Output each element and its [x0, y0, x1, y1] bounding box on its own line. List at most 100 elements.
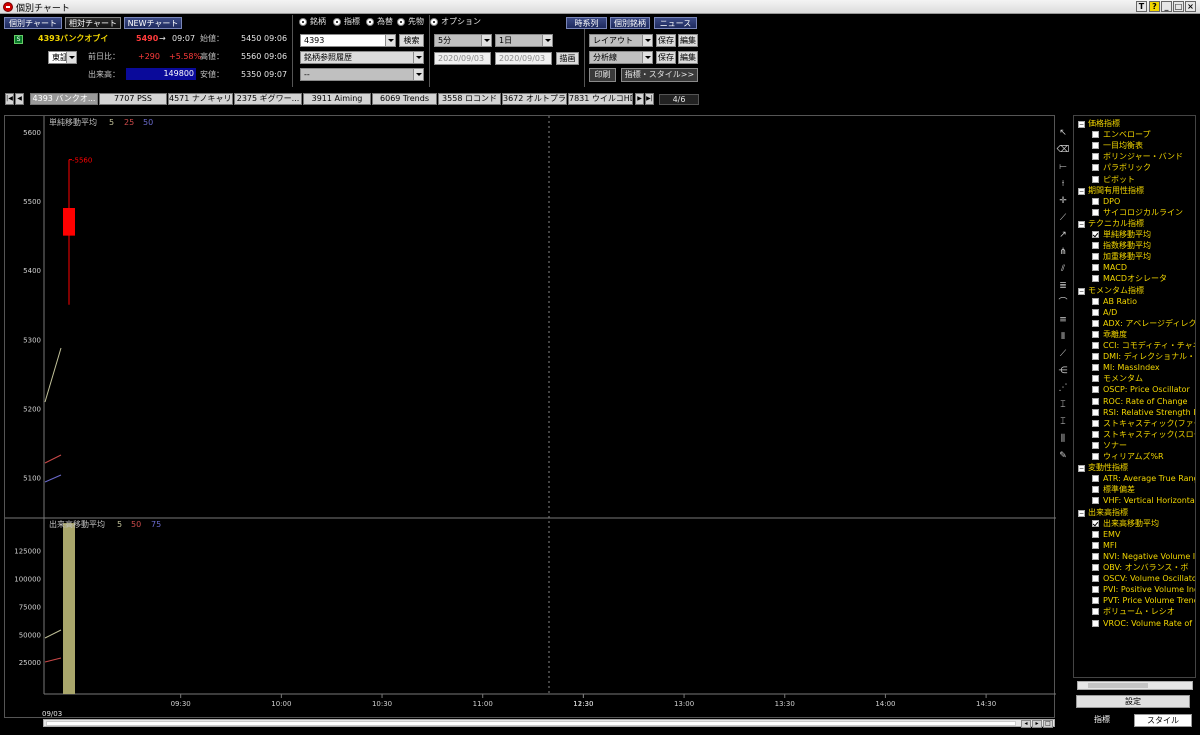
indicator-item[interactable]: MACDオシレータ: [1092, 273, 1167, 284]
indicator-item[interactable]: VHF: Vertical Horizontal: [1092, 495, 1195, 506]
zoom-in-icon[interactable]: ▸: [1032, 720, 1042, 728]
stock-tab[interactable]: 4393 バンクオ...: [30, 93, 98, 105]
relative-chart-button[interactable]: 相対チャート: [65, 17, 121, 29]
tab-style[interactable]: スタイル: [1134, 714, 1192, 727]
indicator-item[interactable]: PVT: Price Volume Trend: [1092, 595, 1195, 606]
indicator-group[interactable]: − モメンタム指標: [1078, 285, 1144, 296]
panel-scroll-thumb[interactable]: [1088, 683, 1148, 688]
next-page-icon[interactable]: ▶: [635, 93, 644, 105]
indicator-item[interactable]: ATR: Average True Rang: [1092, 473, 1195, 484]
indicator-checkbox[interactable]: [1092, 353, 1099, 361]
indicator-checkbox[interactable]: [1092, 586, 1099, 594]
search-button[interactable]: 検索: [399, 34, 424, 47]
indicator-item[interactable]: 標準偏差: [1092, 484, 1135, 495]
indicator-item[interactable]: ボリンジャー・バンド: [1092, 151, 1183, 162]
ray-icon[interactable]: ↗: [1056, 228, 1070, 242]
indicator-checkbox[interactable]: [1092, 253, 1099, 261]
indicator-item[interactable]: OSCP: Price Oscillator: [1092, 384, 1190, 395]
range-select[interactable]: 1日: [495, 34, 553, 47]
indicator-checkbox[interactable]: [1092, 408, 1099, 416]
indicator-checkbox[interactable]: [1092, 208, 1099, 216]
indicator-item[interactable]: 加重移動平均: [1092, 251, 1151, 262]
vline-icon[interactable]: ⟊: [1056, 177, 1070, 191]
trendline-icon[interactable]: ⟋: [1056, 211, 1070, 225]
date-from-input[interactable]: 2020/09/03: [434, 52, 491, 65]
time-series-button[interactable]: 時系列: [566, 17, 607, 29]
stock-tab[interactable]: 3558 ロコンド: [438, 93, 501, 105]
indicator-checkbox[interactable]: [1092, 541, 1099, 549]
indicator-item[interactable]: ストキャスティック(ファー: [1092, 418, 1195, 429]
indicator-checkbox[interactable]: [1092, 131, 1099, 139]
radio-indicator[interactable]: [333, 18, 341, 26]
indicator-checkbox[interactable]: [1092, 264, 1099, 272]
analysis-edit-button[interactable]: 編集: [678, 51, 698, 64]
channel-icon[interactable]: ⫽: [1056, 262, 1070, 276]
indicator-item[interactable]: パラボリック: [1092, 162, 1151, 173]
zoom-out-icon[interactable]: ◂: [1021, 720, 1031, 728]
radio-stock[interactable]: [299, 18, 307, 26]
indicator-checkbox[interactable]: [1092, 475, 1099, 483]
indicator-item[interactable]: OBV: オンバランス・ボ: [1092, 562, 1188, 573]
collapse-icon[interactable]: −: [1078, 220, 1085, 228]
hline-icon[interactable]: ⟝: [1056, 160, 1070, 174]
interval-select[interactable]: 5分: [434, 34, 492, 47]
indicator-checkbox[interactable]: [1092, 297, 1099, 305]
panel-scrollbar[interactable]: [1077, 681, 1193, 690]
indicator-item[interactable]: AB Ratio: [1092, 296, 1137, 307]
measure-icon[interactable]: ⌶: [1056, 398, 1070, 412]
stock-tab[interactable]: 3911 Aiming: [303, 93, 371, 105]
radio-fx[interactable]: [366, 18, 374, 26]
indicator-checkbox[interactable]: [1092, 308, 1099, 316]
first-page-icon[interactable]: |◀: [5, 93, 14, 105]
indicator-item[interactable]: 出来高移動平均: [1092, 518, 1159, 529]
fibonacci-icon[interactable]: ≣: [1056, 279, 1070, 293]
indicator-item[interactable]: ウィリアムズ%R: [1092, 451, 1164, 462]
indicator-item[interactable]: ボリューム・レシオ: [1092, 606, 1175, 617]
help-icon[interactable]: ?: [1149, 1, 1160, 12]
fan-icon[interactable]: ⋔: [1056, 245, 1070, 259]
settings-button[interactable]: 設定: [1076, 695, 1190, 708]
indicator-checkbox[interactable]: [1092, 275, 1099, 283]
layout-select[interactable]: レイアウト: [589, 34, 653, 47]
indicator-item[interactable]: MACD: [1092, 262, 1127, 273]
last-page-icon[interactable]: ▶|: [645, 93, 654, 105]
indicator-group[interactable]: − 価格指標: [1078, 118, 1120, 129]
indicator-checkbox[interactable]: [1092, 231, 1099, 238]
prev-page-icon[interactable]: ◀: [15, 93, 24, 105]
scroll-thumb[interactable]: [46, 721, 1016, 726]
indicator-checkbox[interactable]: [1092, 153, 1099, 161]
individual-chart-button[interactable]: 個別チャート: [4, 17, 62, 29]
indicator-style-button[interactable]: 指標・スタイル>>: [621, 68, 698, 82]
indicator-checkbox[interactable]: [1092, 575, 1099, 583]
indicator-item[interactable]: MI: MassIndex: [1092, 362, 1160, 373]
indicator-item[interactable]: DPO: [1092, 196, 1120, 207]
indicator-checkbox[interactable]: [1092, 319, 1099, 327]
gann-icon[interactable]: ✎: [1056, 449, 1070, 463]
stock-tab[interactable]: 4571 ナノキャリア: [168, 93, 233, 105]
fit-icon[interactable]: □: [1043, 720, 1053, 728]
stock-tab[interactable]: 6069 Trends: [372, 93, 437, 105]
indicator-item[interactable]: VROC: Volume Rate of C: [1092, 618, 1195, 629]
exchange-select[interactable]: 東証: [48, 51, 77, 64]
indicator-checkbox[interactable]: [1092, 608, 1099, 616]
indicator-checkbox[interactable]: [1092, 441, 1099, 449]
indicator-item[interactable]: サイコロジカルライン: [1092, 207, 1183, 218]
regression-icon[interactable]: ⟋: [1056, 347, 1070, 361]
indicator-item[interactable]: 単純移動平均: [1092, 229, 1151, 240]
chart-horizontal-scrollbar[interactable]: [43, 719, 1055, 727]
arc-icon[interactable]: ⌒: [1056, 296, 1070, 310]
indicator-item[interactable]: OSCV: Volume Oscillator: [1092, 573, 1195, 584]
analysis-save-button[interactable]: 保存: [656, 51, 676, 64]
range-icon[interactable]: ⌶: [1056, 415, 1070, 429]
indicator-group[interactable]: − 期間有用性指標: [1078, 185, 1144, 196]
pitchfork-icon[interactable]: ⋲: [1056, 364, 1070, 378]
indicator-checkbox[interactable]: [1092, 486, 1099, 494]
individual-stock-button[interactable]: 個別銘柄: [610, 17, 650, 29]
indicator-item[interactable]: MFI: [1092, 540, 1117, 551]
indicator-checkbox[interactable]: [1092, 364, 1099, 372]
minimize-icon[interactable]: _: [1161, 1, 1172, 12]
indicator-item[interactable]: ROC: Rate of Change: [1092, 396, 1187, 407]
bars-icon[interactable]: ⫴: [1056, 330, 1070, 344]
print-button[interactable]: 印刷: [589, 68, 616, 82]
collapse-icon[interactable]: −: [1078, 465, 1085, 473]
